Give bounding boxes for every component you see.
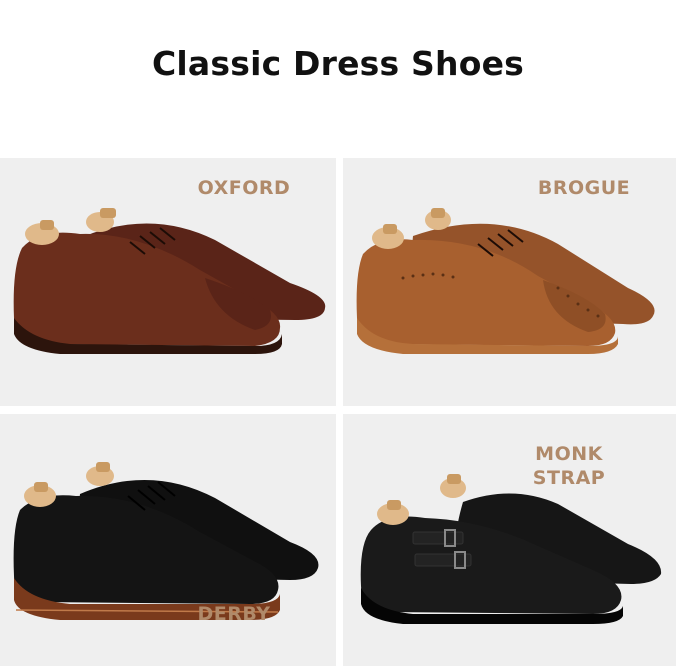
derby-label: DERBY (197, 603, 271, 625)
brogue-tile: BROGUE (343, 158, 676, 406)
monk-strap-tile: MONK STRAP (343, 414, 676, 666)
oxford-label: OXFORD (197, 177, 291, 199)
derby-shoe-image (13, 462, 319, 620)
shoe-grid: OXFORD BROGUE DERBY MONK STRAP (0, 158, 676, 666)
page-title: Classic Dress Shoes (151, 44, 525, 83)
derby-tile: DERBY (0, 414, 336, 666)
monk-strap-label: MONK STRAP (532, 443, 606, 489)
monk-strap-shoe-image (360, 474, 662, 624)
brogue-label: BROGUE (537, 177, 631, 199)
oxford-tile: OXFORD (0, 158, 336, 406)
